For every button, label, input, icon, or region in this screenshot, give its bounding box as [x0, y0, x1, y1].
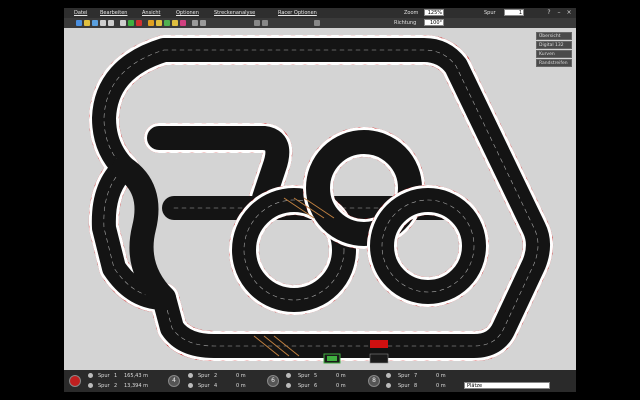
- open-icon[interactable]: [84, 20, 90, 26]
- group-4-lane-a-value: 0 m: [236, 373, 246, 379]
- group-8-badge: 8: [368, 375, 380, 387]
- align-icon[interactable]: [254, 20, 260, 26]
- lane-1-dot: [88, 373, 93, 378]
- menu-streckenanalyse[interactable]: Streckenanalyse: [214, 8, 255, 18]
- menu-bar: Datei Bearbeiten Ansicht Optionen Streck…: [64, 8, 576, 18]
- new-icon[interactable]: [76, 20, 82, 26]
- group-4-lane-a-number: 2: [214, 373, 218, 379]
- group-8-lane-a-label: Spur: [398, 373, 410, 379]
- help-window-button[interactable]: ?: [544, 8, 554, 18]
- lane-dot: [188, 373, 193, 378]
- menu-optionen[interactable]: Optionen: [176, 8, 199, 18]
- group-6-badge: 6: [267, 375, 279, 387]
- grid-icon[interactable]: [192, 20, 198, 26]
- panel-uebersicht[interactable]: Übersicht: [536, 32, 572, 40]
- group-8-lane-b-number: 8: [414, 383, 418, 389]
- group-6-lane-a-label: Spur: [298, 373, 310, 379]
- settings-icon[interactable]: [314, 20, 320, 26]
- minimize-button[interactable]: –: [554, 8, 564, 18]
- group-6-lane-b-number: 6: [314, 383, 318, 389]
- lane-dot: [286, 373, 291, 378]
- group-6-lane-b-label: Spur: [298, 383, 310, 389]
- lane-dot: [386, 383, 391, 388]
- group-8-lane-a-value: 0 m: [436, 373, 446, 379]
- record-icon[interactable]: [69, 375, 81, 387]
- cut-icon[interactable]: [120, 20, 126, 26]
- spur-label: Spur: [484, 10, 496, 16]
- toolbar: Richtung 100°: [64, 18, 576, 28]
- group-8-lane-b-value: 0 m: [436, 383, 446, 389]
- menu-racer-optionen[interactable]: Racer Optionen: [278, 8, 317, 18]
- color-icon[interactable]: [180, 20, 186, 26]
- zoom-field[interactable]: 125%: [424, 9, 444, 16]
- group-4-lane-b-label: Spur: [198, 383, 210, 389]
- status-bar: Spur 1 165,43 m Spur 2 13,394 m 4 Spur 2…: [64, 370, 576, 392]
- group-4-lane-b-value: 0 m: [236, 383, 246, 389]
- flip-icon[interactable]: [172, 20, 178, 26]
- lane-dot: [286, 383, 291, 388]
- track-drawing: [88, 35, 553, 364]
- menu-datei[interactable]: Datei: [74, 8, 87, 18]
- lane-dot: [386, 373, 391, 378]
- track-canvas[interactable]: [64, 28, 576, 368]
- paste-icon[interactable]: [108, 20, 114, 26]
- add-icon[interactable]: [128, 20, 134, 26]
- copy-icon[interactable]: [100, 20, 106, 26]
- lane-dot: [188, 383, 193, 388]
- lane-2-label: Spur: [98, 383, 110, 389]
- lane-2-dot: [88, 383, 93, 388]
- lane-2-value: 13,394 m: [124, 383, 148, 389]
- richtung-field[interactable]: 100°: [424, 19, 444, 26]
- panel-kurven[interactable]: Kurven: [536, 50, 572, 58]
- richtung-label: Richtung: [394, 20, 417, 26]
- save-icon[interactable]: [92, 20, 98, 26]
- group-8-lane-a-number: 7: [414, 373, 418, 379]
- group-4-lane-a-label: Spur: [198, 373, 210, 379]
- group-6-lane-a-number: 5: [314, 373, 318, 379]
- pit-garage: [369, 353, 389, 364]
- group-4-badge: 4: [168, 375, 180, 387]
- group-6-lane-b-value: 0 m: [336, 383, 346, 389]
- lane-1-number: 1: [114, 373, 118, 379]
- group-6-lane-a-value: 0 m: [336, 373, 346, 379]
- lane-1-label: Spur: [98, 373, 110, 379]
- menu-bearbeiten[interactable]: Bearbeiten: [100, 8, 127, 18]
- menu-ansicht[interactable]: Ansicht: [142, 8, 160, 18]
- zoom-label: Zoom: [404, 10, 419, 16]
- zoom-icon[interactable]: [156, 20, 162, 26]
- side-panel: Übersicht Digital 132 Kurven Randstreife…: [536, 32, 572, 68]
- lane-2-number: 2: [114, 383, 118, 389]
- help-icon[interactable]: [200, 20, 206, 26]
- measure-icon[interactable]: [262, 20, 268, 26]
- group-4-lane-b-number: 4: [214, 383, 218, 389]
- rotate-icon[interactable]: [164, 20, 170, 26]
- spur-field[interactable]: 1: [504, 9, 524, 16]
- places-field[interactable]: Plätze: [464, 382, 550, 389]
- track-icon[interactable]: [148, 20, 154, 26]
- delete-icon[interactable]: [136, 20, 142, 26]
- lap-counter: [370, 340, 388, 348]
- app-window: Datei Bearbeiten Ansicht Optionen Streck…: [64, 8, 576, 392]
- panel-randstreifen[interactable]: Randstreifen: [536, 59, 572, 67]
- panel-digital-132[interactable]: Digital 132: [536, 41, 572, 49]
- lane-1-value: 165,43 m: [124, 373, 148, 379]
- group-8-lane-b-label: Spur: [398, 383, 410, 389]
- close-button[interactable]: ×: [564, 8, 574, 18]
